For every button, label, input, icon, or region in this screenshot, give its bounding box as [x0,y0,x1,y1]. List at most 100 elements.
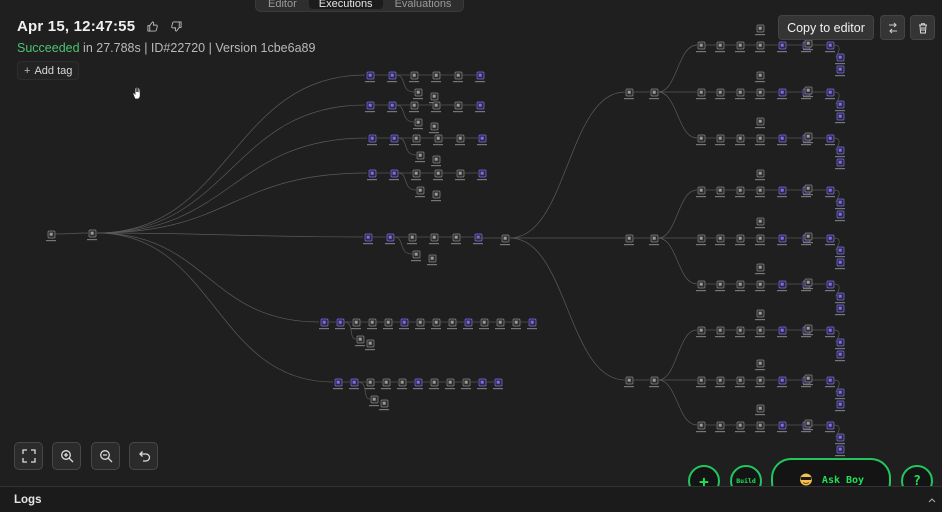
node-icon [780,282,784,286]
trash-icon [918,22,927,33]
node-icon [386,320,390,324]
node-caption [479,328,489,330]
node-icon [838,212,842,216]
node-icon [828,90,832,94]
node-caption [453,111,463,113]
node-icon [806,88,810,92]
node-caption [433,179,443,181]
zoom-in-button[interactable] [52,442,81,470]
thumbs-down-icon[interactable] [169,20,183,34]
node-caption [87,239,97,241]
compare-button[interactable] [880,15,905,40]
node-icon [456,73,460,77]
node-icon [514,320,518,324]
node-icon [758,119,762,123]
node-caption [367,144,377,146]
node-caption [715,386,725,388]
node-caption [801,244,811,246]
execution-id: | ID#22720 | [140,41,216,55]
node-caption [835,122,845,124]
node-icon [738,136,742,140]
plus-icon: + [24,64,31,77]
node-caption [379,409,389,411]
workflow-canvas[interactable]: Editor Executions Evaluations Apr 15, 12… [0,0,942,502]
node-caption [803,49,813,51]
thumbs-up-icon[interactable] [145,20,159,34]
node-caption [825,98,835,100]
add-tag-button[interactable]: + Add tag [17,61,80,80]
tab-evaluations[interactable]: Evaluations [385,0,462,10]
node-caption [803,96,813,98]
node-icon [370,320,374,324]
node-caption [835,455,845,457]
node-icon [838,435,842,439]
node-caption [755,273,765,275]
node-caption [463,328,473,330]
node-caption [413,388,423,390]
node-caption [715,431,725,433]
node-caption [413,98,423,100]
node-icon [416,380,420,384]
reset-zoom-button[interactable] [129,442,158,470]
connection-line [96,232,320,323]
node-caption [696,386,706,388]
node-caption [355,345,365,347]
node-caption [381,388,391,390]
logs-panel-bar[interactable]: Logs [0,486,942,512]
version-text: Version 1cbe6a89 [215,41,316,55]
node-caption [801,431,811,433]
node-caption [825,244,835,246]
node-icon [478,103,482,107]
node-icon [627,90,631,94]
connection-line [657,189,698,239]
node-icon [758,188,762,192]
hand-cursor-icon [132,86,141,100]
node-caption [755,290,765,292]
node-icon [838,306,842,310]
node-icon [400,380,404,384]
undo-icon [138,451,150,462]
copy-to-editor-button[interactable]: Copy to editor [778,15,874,40]
chevron-up-icon[interactable] [928,496,936,504]
logs-title: Logs [14,493,42,506]
node-caption [777,290,787,292]
node-icon [758,406,762,410]
node-caption [335,328,345,330]
node-icon [699,378,703,382]
node-icon [838,55,842,59]
node-caption [735,386,745,388]
tab-editor[interactable]: Editor [258,0,307,10]
node-icon [418,153,422,157]
node-caption [715,51,725,53]
node-icon [652,378,656,382]
node-caption [803,429,813,431]
node-caption [383,328,393,330]
node-icon [718,136,722,140]
node-icon [699,282,703,286]
fit-view-button[interactable] [14,442,43,470]
node-caption [407,243,417,245]
node-icon [358,337,362,341]
node-caption [755,98,765,100]
connection-line [96,172,368,234]
node-icon [718,423,722,427]
node-caption [696,196,706,198]
node-caption [415,161,425,163]
node-icon [838,148,842,152]
connection-line [657,237,698,285]
node-caption [696,51,706,53]
node-caption [835,443,845,445]
node-caption [825,386,835,388]
delete-button[interactable] [910,15,935,40]
node-caption [365,388,375,390]
node-caption [333,388,343,390]
node-icon [352,380,356,384]
node-icon [652,236,656,240]
node-caption [427,264,437,266]
node-caption [455,144,465,146]
node-caption [527,328,537,330]
node-caption [835,348,845,350]
connection-line [509,91,626,239]
tab-executions[interactable]: Executions [308,0,383,10]
zoom-out-button[interactable] [91,442,120,470]
